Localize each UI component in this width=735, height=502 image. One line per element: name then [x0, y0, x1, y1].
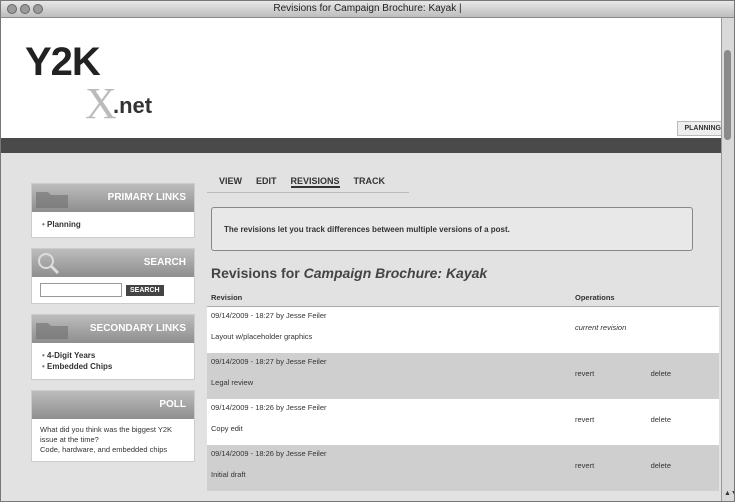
delete-link[interactable]: delete — [651, 369, 671, 378]
revision-log: Copy edit — [211, 424, 243, 433]
scrollbar-thumb[interactable] — [724, 50, 731, 140]
search-block: SEARCH SEARCH — [31, 248, 195, 304]
secondary-links-block: SECONDARY LINKS 4-Digit Years Embedded C… — [31, 314, 195, 380]
table-row: 09/14/2009 - 18:27 by Jesse Feiler Legal… — [207, 353, 719, 399]
tab-edit[interactable]: EDIT — [256, 176, 277, 188]
poll-option[interactable]: Code, hardware, and embedded chips — [40, 445, 186, 455]
page-title-prefix: Revisions for — [211, 265, 304, 281]
search-header: SEARCH — [32, 249, 194, 277]
poll-question: What did you think was the biggest Y2K i… — [40, 425, 173, 444]
site-logo-x[interactable]: X — [85, 78, 117, 129]
poll-block: POLL What did you think was the biggest … — [31, 390, 195, 462]
window-titlebar: Revisions for Campaign Brochure: Kayak | — [1, 1, 734, 18]
header-bar — [1, 138, 721, 153]
revision-meta[interactable]: 09/14/2009 - 18:27 by Jesse Feiler — [211, 357, 567, 366]
poll-title: POLL — [159, 399, 186, 410]
primary-links-title: PRIMARY LINKS — [107, 192, 186, 203]
page-title-node: Campaign Brochure: Kayak — [303, 265, 488, 281]
site-header: Y2K X .net — [1, 18, 721, 138]
revert-link[interactable]: revert — [575, 461, 594, 470]
column-header-operations: Operations — [571, 289, 719, 307]
magnifier-icon — [38, 253, 60, 275]
primary-links-header: PRIMARY LINKS — [32, 184, 194, 212]
tab-track[interactable]: TRACK — [354, 176, 386, 188]
folder-icon — [36, 192, 68, 208]
window-title: Revisions for Campaign Brochure: Kayak | — [273, 3, 462, 14]
revision-log: Initial draft — [211, 470, 246, 479]
page-title: Revisions for Campaign Brochure: Kayak — [211, 265, 707, 281]
poll-header: POLL — [32, 391, 194, 419]
revision-meta[interactable]: 09/14/2009 - 18:27 by Jesse Feiler — [211, 311, 567, 320]
delete-link[interactable]: delete — [651, 461, 671, 470]
tab-view[interactable]: VIEW — [219, 176, 242, 188]
delete-link[interactable]: delete — [651, 415, 671, 424]
search-button[interactable]: SEARCH — [126, 284, 164, 296]
column-header-revision: Revision — [207, 289, 571, 307]
revision-log: Legal review — [211, 378, 254, 387]
tab-revisions[interactable]: REVISIONS — [290, 176, 340, 188]
revision-meta[interactable]: 09/14/2009 - 18:26 by Jesse Feiler — [211, 403, 567, 412]
primary-links-block: PRIMARY LINKS Planning — [31, 183, 195, 238]
secondary-link-4-digit-years[interactable]: 4-Digit Years — [42, 351, 186, 360]
secondary-links-header: SECONDARY LINKS — [32, 315, 194, 343]
revision-log: Layout w/placeholder graphics — [211, 332, 313, 341]
table-row: 09/14/2009 - 18:26 by Jesse Feiler Copy … — [207, 399, 719, 445]
current-revision-label: current revision — [575, 323, 627, 332]
node-tabs: VIEW EDIT REVISIONS TRACK — [207, 176, 409, 193]
revision-meta[interactable]: 09/14/2009 - 18:26 by Jesse Feiler — [211, 449, 567, 458]
revisions-help-notice: The revisions let you track differences … — [211, 207, 693, 251]
browser-window: Revisions for Campaign Brochure: Kayak |… — [0, 0, 735, 502]
table-row: 09/14/2009 - 18:26 by Jesse Feiler Initi… — [207, 445, 719, 491]
secondary-link-embedded-chips[interactable]: Embedded Chips — [42, 362, 186, 371]
vertical-scrollbar[interactable]: ▲▼ — [721, 18, 734, 501]
secondary-links-title: SECONDARY LINKS — [89, 323, 186, 334]
table-row: 09/14/2009 - 18:27 by Jesse Feiler Layou… — [207, 306, 719, 353]
scroll-arrows-icon[interactable]: ▲▼ — [724, 490, 734, 497]
primary-link-planning[interactable]: Planning — [42, 220, 186, 229]
search-title: SEARCH — [143, 257, 186, 268]
main-content: VIEW EDIT REVISIONS TRACK The revisions … — [207, 176, 719, 491]
revisions-table: Revision Operations 09/14/2009 - 18:27 b… — [207, 289, 719, 491]
sidebar: PRIMARY LINKS Planning SEARCH SEARCH SEC… — [31, 183, 195, 472]
search-input[interactable] — [40, 283, 122, 297]
revert-link[interactable]: revert — [575, 369, 594, 378]
site-logo-net[interactable]: .net — [113, 93, 152, 119]
revert-link[interactable]: revert — [575, 415, 594, 424]
folder-icon — [36, 323, 68, 339]
